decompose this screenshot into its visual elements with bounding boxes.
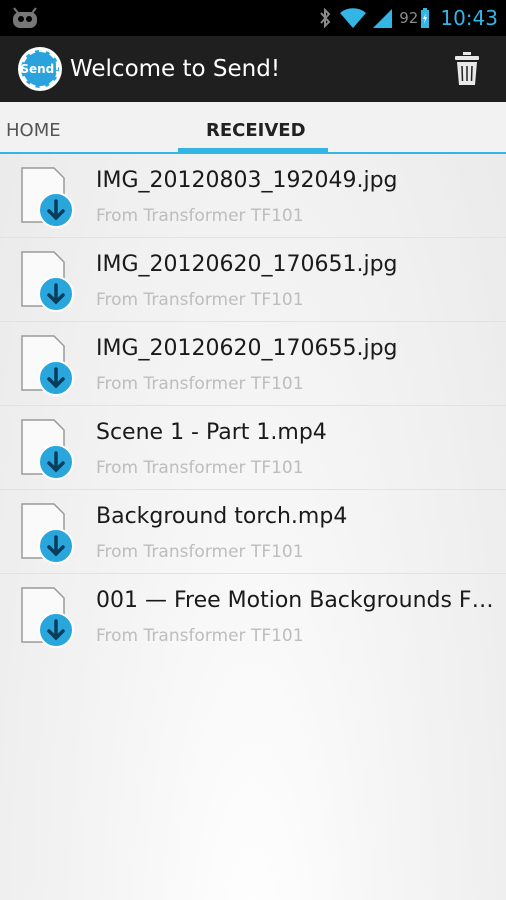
- file-source: From Transformer TF101: [96, 290, 304, 310]
- signal-icon: [373, 9, 393, 28]
- list-item[interactable]: Background torch.mp4 From Transformer TF…: [0, 490, 506, 574]
- list-item[interactable]: 001 — Free Motion Backgrounds F… From Tr…: [0, 574, 506, 658]
- file-source: From Transformer TF101: [96, 626, 304, 646]
- status-icons: 92 10:43: [317, 0, 498, 36]
- list-item[interactable]: IMG_20120620_170651.jpg From Transformer…: [0, 238, 506, 322]
- app-logo[interactable]: Send!: [18, 47, 62, 91]
- list-item[interactable]: Scene 1 - Part 1.mp4 From Transformer TF…: [0, 406, 506, 490]
- bluetooth-icon: [320, 7, 331, 29]
- received-file-list: IMG_20120803_192049.jpg From Transformer…: [0, 154, 506, 658]
- file-download-icon: [21, 419, 74, 480]
- file-download-icon: [21, 251, 74, 312]
- file-name: IMG_20120803_192049.jpg: [96, 168, 398, 193]
- clock: 10:43: [440, 6, 498, 30]
- tab-bar: HOME RECEIVED: [0, 102, 506, 154]
- file-name: IMG_20120620_170651.jpg: [96, 252, 398, 277]
- file-download-icon: [21, 503, 74, 564]
- file-source: From Transformer TF101: [96, 374, 304, 394]
- page-title: Welcome to Send!: [70, 56, 281, 82]
- wifi-icon: [340, 8, 367, 28]
- file-name: 001 — Free Motion Backgrounds F…: [96, 588, 494, 613]
- trash-icon[interactable]: [454, 52, 480, 86]
- file-name: IMG_20120620_170655.jpg: [96, 336, 398, 361]
- file-source: From Transformer TF101: [96, 542, 304, 562]
- tab-received[interactable]: RECEIVED: [206, 120, 306, 141]
- status-bar: 92 10:43: [0, 0, 506, 36]
- file-name: Background torch.mp4: [96, 504, 348, 529]
- battery-charging-icon: [421, 8, 430, 28]
- list-item[interactable]: IMG_20120620_170655.jpg From Transformer…: [0, 322, 506, 406]
- file-download-icon: [21, 335, 74, 396]
- list-item[interactable]: IMG_20120803_192049.jpg From Transformer…: [0, 154, 506, 238]
- battery-percent: 92: [399, 9, 419, 27]
- file-download-icon: [21, 587, 74, 648]
- tab-home[interactable]: HOME: [6, 120, 61, 141]
- file-download-icon: [21, 167, 74, 228]
- app-logo-text: Send!: [20, 50, 60, 88]
- file-name: Scene 1 - Part 1.mp4: [96, 420, 327, 445]
- file-source: From Transformer TF101: [96, 458, 304, 478]
- action-bar: Send! Welcome to Send!: [0, 36, 506, 102]
- file-source: From Transformer TF101: [96, 206, 304, 226]
- cyanogen-robot-icon: [13, 7, 37, 28]
